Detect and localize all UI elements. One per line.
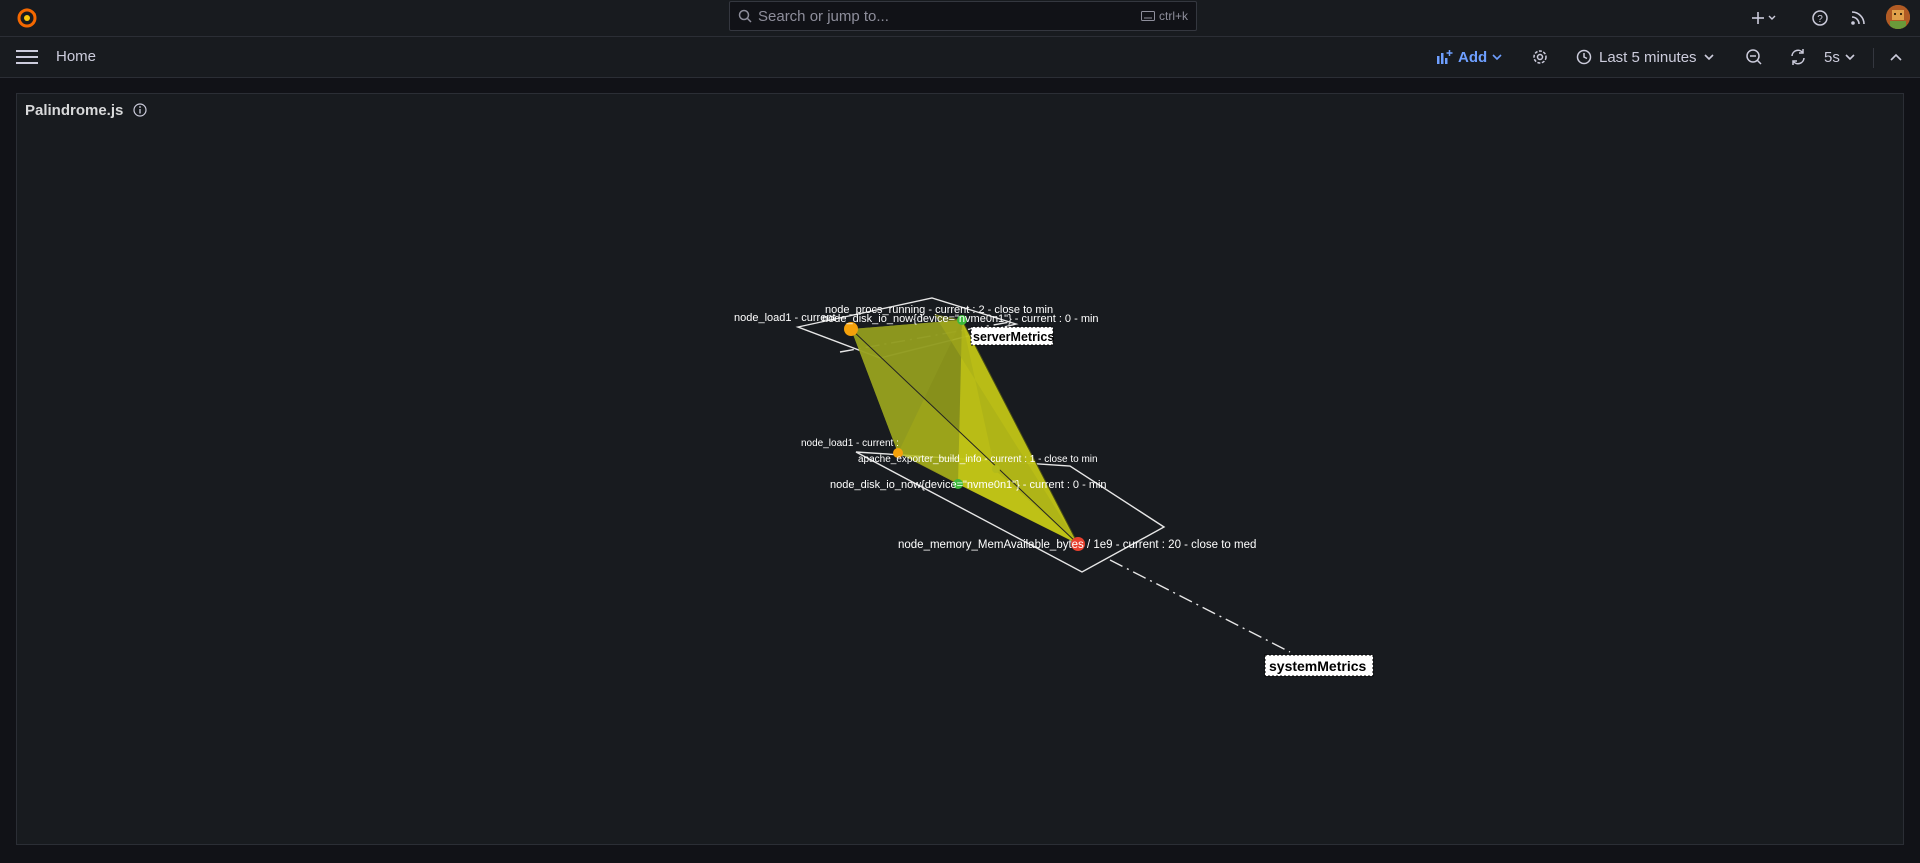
metric-point-apache[interactable] (992, 465, 1000, 473)
palindrome-3d-view[interactable]: node_procs_running - current : 2 - close… (17, 94, 1903, 844)
search-shortcut-text: ctrl+k (1158, 9, 1188, 23)
search-shortcut: ctrl+k (1140, 9, 1188, 23)
chevron-down-icon (1845, 54, 1855, 61)
time-range-label: Last 5 minutes (1599, 48, 1697, 66)
add-button-label: Add (1458, 48, 1488, 66)
metric-label: node_memory_MemAvailable_bytes / 1e9 - c… (898, 539, 1256, 551)
chevron-down-icon (1703, 54, 1714, 61)
keyboard-icon (1140, 11, 1155, 21)
add-panel-icon (1437, 50, 1453, 64)
breadcrumb[interactable]: Home (56, 48, 96, 65)
chevron-down-icon (1492, 54, 1502, 61)
avatar-image (1886, 5, 1910, 29)
chevron-up-icon[interactable] (1886, 47, 1906, 67)
refresh-interval-picker[interactable]: 5s (1824, 46, 1855, 68)
time-range-picker[interactable]: Last 5 minutes (1576, 46, 1714, 68)
settings-gear-icon[interactable] (1530, 47, 1550, 67)
metric-label: node_disk_io_now{device="nvme0n1"} - cur… (822, 313, 1099, 325)
clock-icon (1576, 49, 1592, 65)
visualization-panel[interactable]: Palindrome.js node_procs_running - curre… (16, 93, 1904, 845)
plus-icon[interactable] (1750, 8, 1780, 28)
layer-label-server[interactable]: serverMetrics (970, 326, 1054, 346)
refresh-interval-label: 5s (1824, 48, 1840, 66)
top-navbar: Search or jump to... ctrl+k ? (0, 0, 1920, 37)
help-icon[interactable]: ? (1810, 8, 1830, 28)
shape-face (958, 320, 1078, 544)
search-input[interactable]: Search or jump to... ctrl+k (729, 1, 1197, 31)
avatar[interactable] (1886, 5, 1910, 29)
layer-label-system[interactable]: systemMetrics (1264, 654, 1374, 677)
add-button[interactable]: Add (1437, 46, 1502, 68)
layer-name: serverMetrics (973, 330, 1054, 344)
metric-label: node_load1 - current (734, 312, 836, 324)
svg-text:?: ? (1817, 14, 1823, 25)
search-placeholder: Search or jump to... (758, 8, 889, 25)
rss-icon[interactable] (1848, 8, 1868, 28)
metric-label: apache_exporter_build_info - current : 1… (858, 454, 1098, 465)
zoom-out-icon[interactable] (1744, 47, 1764, 67)
toolbar-divider (1873, 48, 1874, 68)
layer-axis-system (1109, 559, 1291, 653)
menu-icon[interactable] (16, 49, 38, 65)
metric-label: node_load1 - current : (801, 438, 899, 449)
refresh-icon[interactable] (1788, 47, 1808, 67)
metric-label: node_disk_io_now{device="nvme0n1"} - cur… (830, 479, 1107, 491)
layer-name: systemMetrics (1269, 658, 1366, 674)
search-icon (738, 9, 752, 23)
grafana-logo-icon[interactable] (15, 6, 39, 30)
